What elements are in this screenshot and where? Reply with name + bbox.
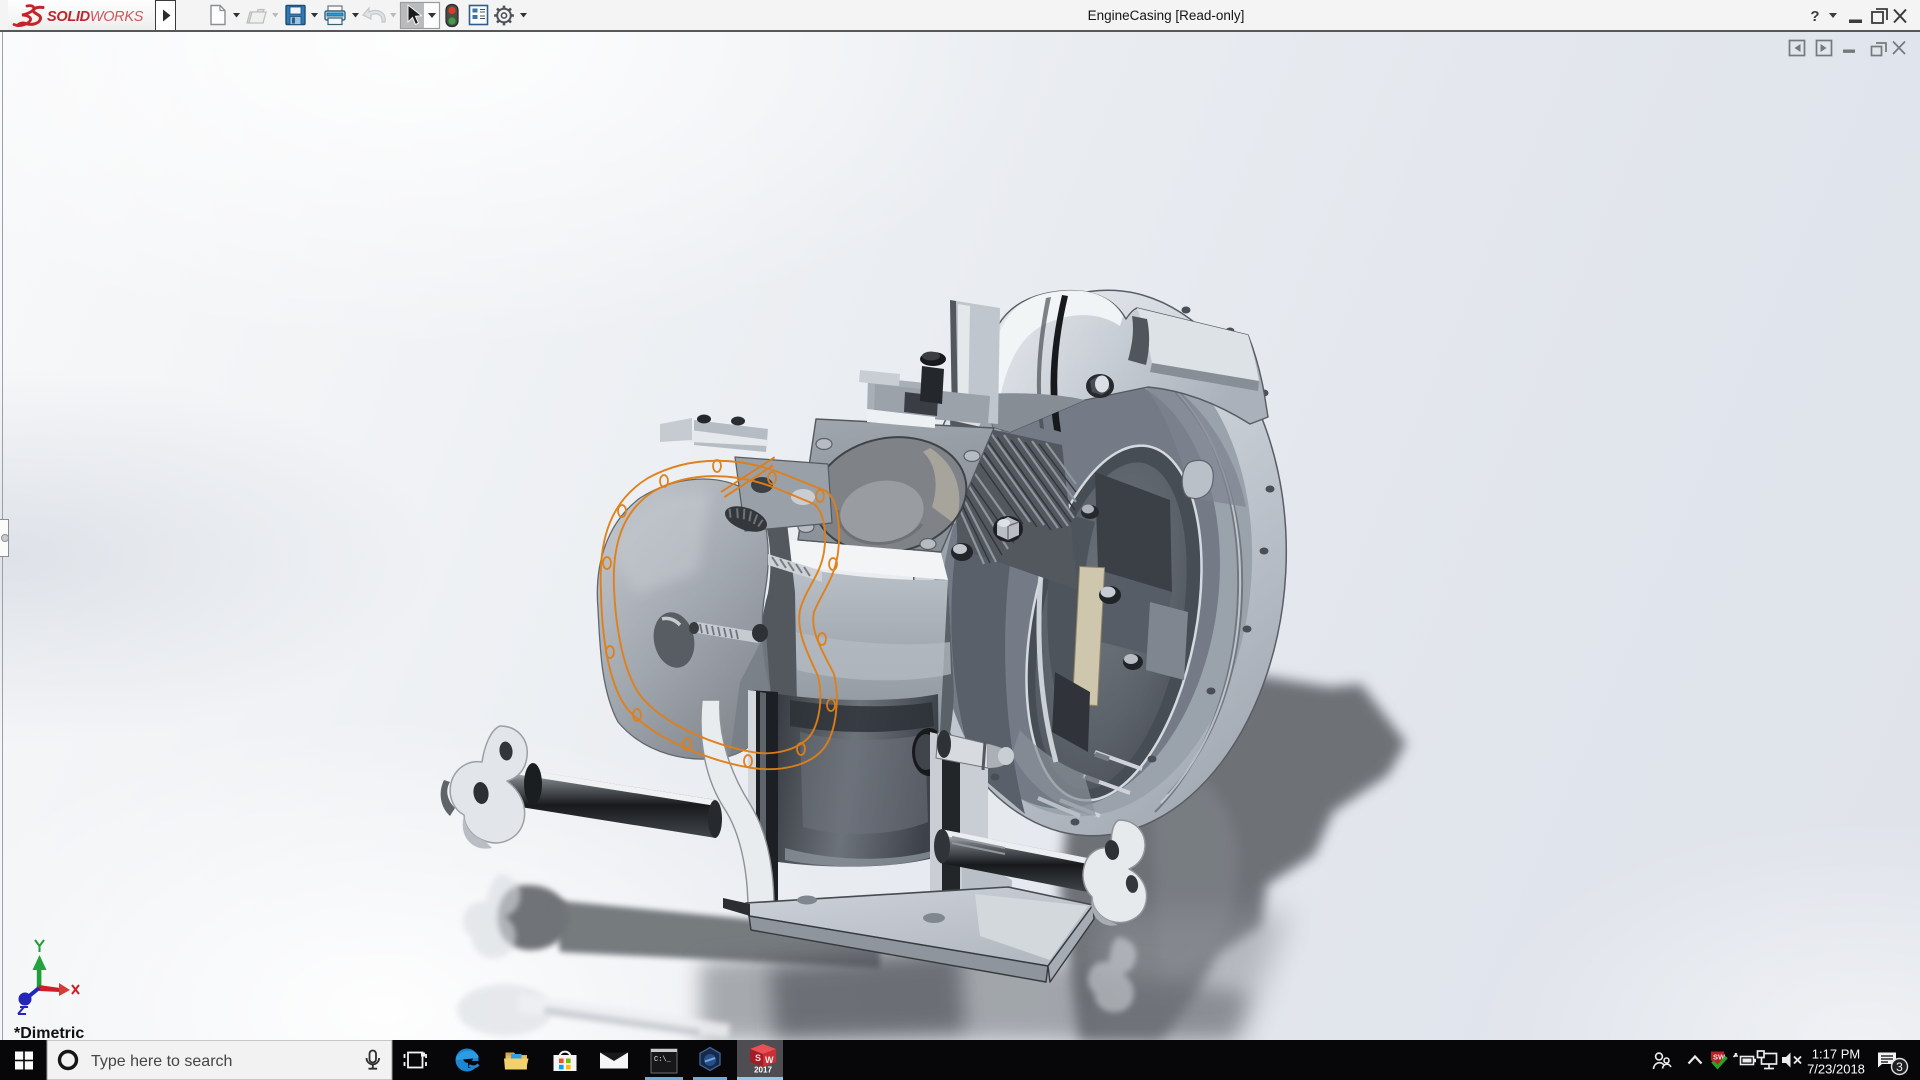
svg-text:3: 3	[1896, 1060, 1903, 1074]
svg-text:W: W	[765, 1055, 774, 1065]
svg-text:?: ?	[1810, 8, 1819, 25]
svg-text:Type here to search: Type here to search	[91, 1053, 232, 1070]
svg-text:2017: 2017	[754, 1066, 772, 1075]
svg-text:SOLIDWORKS: SOLIDWORKS	[47, 9, 144, 25]
svg-text:1:17 PM: 1:17 PM	[1812, 1047, 1860, 1062]
svg-text:EngineCasing [Read-only]: EngineCasing [Read-only]	[1088, 8, 1245, 23]
svg-text:C:\_: C:\_	[654, 1056, 672, 1064]
svg-text:S: S	[755, 1053, 761, 1063]
svg-text:7/23/2018: 7/23/2018	[1807, 1062, 1865, 1077]
